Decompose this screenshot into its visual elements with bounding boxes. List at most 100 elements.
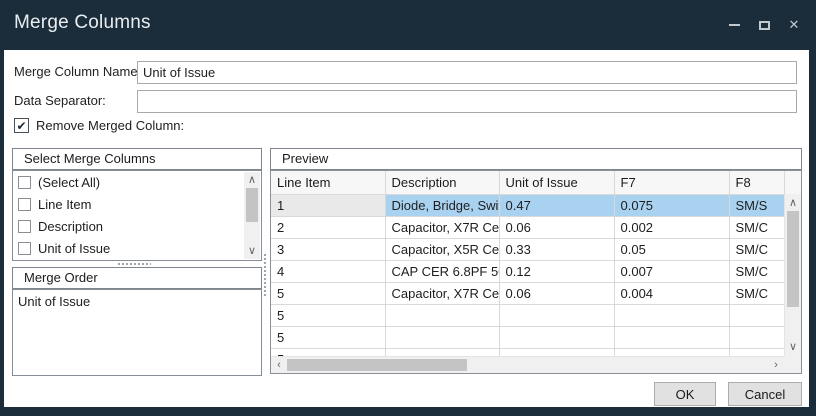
window-title: Merge Columns: [14, 0, 151, 46]
option-label: Unit of Issue: [38, 241, 110, 256]
table-cell[interactable]: SM/C: [729, 238, 784, 260]
table-cell[interactable]: [614, 326, 729, 348]
merge-order-item[interactable]: Unit of Issue: [13, 290, 261, 309]
vertical-splitter[interactable]: [263, 253, 267, 297]
table-cell[interactable]: SM/S: [729, 194, 784, 216]
minimize-icon: [729, 24, 740, 26]
table-row[interactable]: 5: [271, 326, 801, 348]
preview-horizontal-scrollbar[interactable]: ‹ ›: [271, 356, 784, 373]
merge-column-option[interactable]: Description: [13, 215, 244, 237]
table-row[interactable]: 1Diode, Bridge, Swit...0.470.075SM/S: [271, 194, 801, 216]
table-cell[interactable]: Diode, Bridge, Swit...: [385, 194, 499, 216]
merge-column-name-label: Merge Column Name:: [14, 64, 141, 79]
table-cell[interactable]: CAP CER 6.8PF 50V...: [385, 260, 499, 282]
table-row[interactable]: 2Capacitor, X7R Cer...0.060.002SM/C: [271, 216, 801, 238]
scrollbar-thumb[interactable]: [287, 359, 467, 371]
scroll-up-icon[interactable]: ∧: [785, 196, 801, 210]
table-row[interactable]: 4CAP CER 6.8PF 50V...0.120.007SM/C: [271, 260, 801, 282]
checkbox-unchecked-icon[interactable]: [18, 198, 31, 211]
table-cell[interactable]: [614, 304, 729, 326]
scroll-right-icon[interactable]: ›: [770, 358, 782, 372]
option-label: Line Item: [38, 197, 91, 212]
table-cell[interactable]: Capacitor, X7R Cer...: [385, 216, 499, 238]
column-header[interactable]: Unit of Issue: [499, 171, 614, 194]
table-body: 1Diode, Bridge, Swit...0.470.075SM/S2Cap…: [271, 194, 801, 370]
merge-column-name-input[interactable]: [137, 61, 797, 84]
table-cell[interactable]: 5: [271, 304, 385, 326]
select-list-vertical-scrollbar[interactable]: ∧ ∨: [244, 172, 260, 259]
table-cell[interactable]: 0.06: [499, 282, 614, 304]
table-cell[interactable]: 0.004: [614, 282, 729, 304]
table-cell[interactable]: Capacitor, X5R Cer...: [385, 238, 499, 260]
preview-grid: Line ItemDescriptionUnit of IssueF7F8 1D…: [270, 170, 802, 374]
checkbox-unchecked-icon[interactable]: [18, 220, 31, 233]
table-cell[interactable]: 1: [271, 194, 385, 216]
table-cell[interactable]: 5: [271, 326, 385, 348]
merge-column-option[interactable]: (Select All): [13, 171, 244, 193]
table-cell[interactable]: 0.06: [499, 216, 614, 238]
table-cell[interactable]: [729, 326, 784, 348]
table-cell[interactable]: 0.007: [614, 260, 729, 282]
merge-column-options: (Select All) Line Item Description Unit of …: [13, 171, 244, 261]
data-separator-label: Data Separator:: [14, 93, 106, 108]
scroll-up-icon[interactable]: ∧: [244, 173, 260, 187]
table-cell[interactable]: SM/C: [729, 216, 784, 238]
column-header[interactable]: Description: [385, 171, 499, 194]
table-cell[interactable]: 0.47: [499, 194, 614, 216]
checkbox-unchecked-icon[interactable]: [18, 176, 31, 189]
column-header[interactable]: F7: [614, 171, 729, 194]
header-row: Line ItemDescriptionUnit of IssueF7F8: [271, 171, 801, 194]
table-cell[interactable]: 4: [271, 260, 385, 282]
remove-merged-column-label: Remove Merged Column:: [36, 118, 184, 133]
table-cell[interactable]: 0.12: [499, 260, 614, 282]
table-row[interactable]: 3Capacitor, X5R Cer...0.330.05SM/C: [271, 238, 801, 260]
table-row[interactable]: 5Capacitor, X7R Cer...0.060.004SM/C: [271, 282, 801, 304]
horizontal-splitter[interactable]: [117, 262, 151, 266]
scrollbar-thumb[interactable]: [246, 188, 258, 222]
merge-column-option[interactable]: [13, 259, 244, 261]
table-cell[interactable]: [499, 326, 614, 348]
table-cell[interactable]: 5: [271, 282, 385, 304]
table-cell[interactable]: SM/C: [729, 260, 784, 282]
merge-column-option[interactable]: Unit of Issue: [13, 237, 244, 259]
table-cell[interactable]: 0.05: [614, 238, 729, 260]
scrollbar-thumb[interactable]: [787, 211, 799, 307]
merge-columns-dialog: Merge Columns ✕ Merge Column Name: Data …: [0, 0, 816, 416]
table-cell[interactable]: [499, 304, 614, 326]
minimize-button[interactable]: [722, 14, 746, 36]
cancel-button[interactable]: Cancel: [728, 382, 802, 406]
table-cell[interactable]: [385, 304, 499, 326]
merge-order-header: Merge Order: [12, 267, 262, 289]
option-label: (Select All): [38, 175, 100, 190]
table-row[interactable]: 5: [271, 304, 801, 326]
table-cell[interactable]: [385, 326, 499, 348]
table-cell[interactable]: 0.002: [614, 216, 729, 238]
table-cell[interactable]: 0.33: [499, 238, 614, 260]
table-cell[interactable]: 3: [271, 238, 385, 260]
scroll-down-icon[interactable]: ∨: [244, 244, 260, 258]
table-cell[interactable]: 2: [271, 216, 385, 238]
merge-column-option[interactable]: Line Item: [13, 193, 244, 215]
column-header-filler: [784, 171, 801, 194]
checkbox-unchecked-icon[interactable]: [18, 242, 31, 255]
table-cell[interactable]: [729, 304, 784, 326]
scroll-down-icon[interactable]: ∨: [785, 340, 801, 354]
merge-order-list: Unit of Issue: [12, 289, 262, 376]
ok-button[interactable]: OK: [654, 382, 716, 406]
maximize-button[interactable]: [752, 14, 776, 36]
checkbox-checked-icon[interactable]: ✔: [14, 118, 29, 133]
select-merge-columns-header: Select Merge Columns: [12, 148, 262, 170]
column-header[interactable]: F8: [729, 171, 784, 194]
table-cell[interactable]: Capacitor, X7R Cer...: [385, 282, 499, 304]
table-cell[interactable]: 0.075: [614, 194, 729, 216]
remove-merged-column-checkbox[interactable]: ✔ Remove Merged Column:: [14, 118, 184, 133]
data-separator-input[interactable]: [137, 90, 797, 113]
preview-table: Line ItemDescriptionUnit of IssueF7F8 1D…: [271, 171, 801, 371]
scrollbar-corner: [784, 356, 801, 373]
table-cell[interactable]: SM/C: [729, 282, 784, 304]
column-header[interactable]: Line Item: [271, 171, 385, 194]
close-button[interactable]: ✕: [782, 14, 806, 36]
title-bar[interactable]: Merge Columns ✕: [0, 0, 816, 50]
scroll-left-icon[interactable]: ‹: [273, 358, 285, 372]
preview-vertical-scrollbar[interactable]: ∧ ∨: [784, 194, 801, 356]
